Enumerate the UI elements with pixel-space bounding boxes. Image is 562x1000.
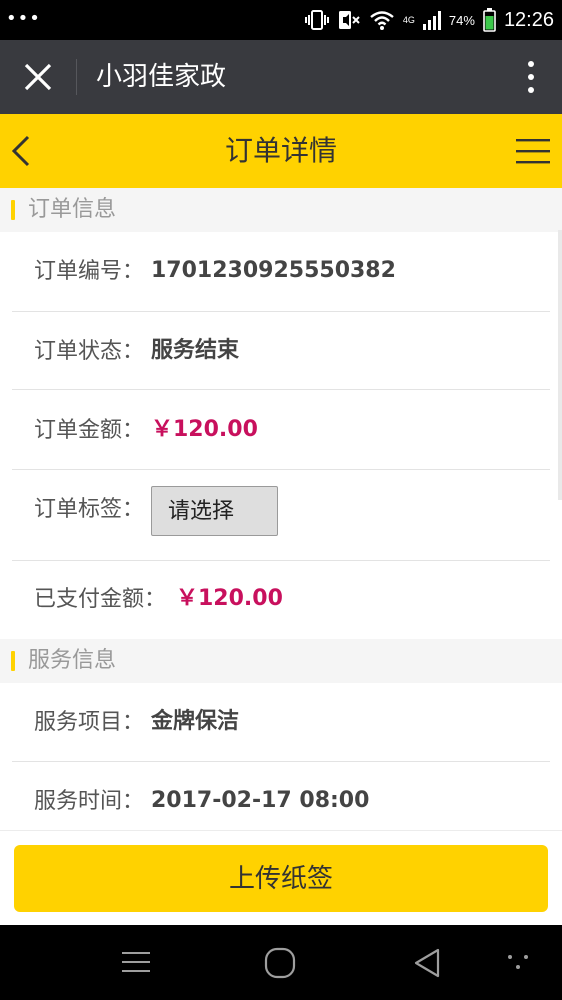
- service-item-row: 服务项目： 金牌保洁: [0, 683, 562, 762]
- signal-icon: [422, 11, 441, 30]
- section-accent-bar: [11, 651, 15, 671]
- order-status-row: 订单状态： 服务结束: [0, 312, 562, 390]
- close-icon[interactable]: [22, 60, 54, 94]
- service-item-value: 金牌保洁: [151, 709, 240, 734]
- header-divider: [76, 59, 77, 95]
- recent-apps-icon[interactable]: [122, 947, 150, 977]
- system-nav-bar: [0, 925, 562, 1000]
- service-time-row: 服务时间： 2017-02-17 08:00: [0, 762, 562, 830]
- service-item-label: 服务项目：: [34, 710, 145, 735]
- battery-icon: [483, 8, 496, 32]
- assist-dots-icon[interactable]: [506, 947, 530, 977]
- order-number-value: 1701230925550382: [151, 258, 396, 283]
- wechat-header: 小羽佳家政: [0, 40, 562, 114]
- vibrate-icon: [304, 10, 329, 30]
- app-title: 小羽佳家政: [96, 62, 227, 92]
- page-header: 订单详情: [0, 114, 562, 188]
- paid-amount-row: 已支付金额： ￥120.00: [0, 561, 562, 639]
- more-icon[interactable]: [526, 60, 536, 94]
- upload-paper-signature-button[interactable]: 上传纸签: [14, 845, 548, 912]
- order-tag-label: 订单标签：: [34, 497, 145, 522]
- order-number-label: 订单编号：: [34, 259, 145, 284]
- order-tag-select-value: 请选择: [168, 499, 235, 524]
- order-number-row: 订单编号： 1701230925550382: [0, 232, 562, 312]
- status-icons: 4G 74% 12:26: [304, 0, 554, 40]
- clock: 12:26: [503, 8, 554, 31]
- order-status-value: 服务结束: [151, 338, 240, 363]
- order-info-title: 订单信息: [28, 197, 117, 222]
- paid-amount-label: 已支付金额：: [34, 587, 167, 612]
- scrollbar[interactable]: [558, 230, 562, 500]
- wifi-icon: [370, 11, 394, 30]
- status-bar: ••• 4G 74% 12:26: [0, 0, 562, 40]
- service-time-label: 服务时间：: [34, 789, 145, 814]
- order-info-section-header: 订单信息: [0, 188, 562, 232]
- order-amount-row: 订单金额： ￥120.00: [0, 390, 562, 470]
- paid-amount-value: ￥120.00: [176, 586, 283, 611]
- order-tag-row: 订单标签：: [0, 470, 562, 561]
- order-amount-value: ￥120.00: [151, 417, 258, 442]
- service-info-section-header: 服务信息: [0, 639, 562, 683]
- service-time-value: 2017-02-17 08:00: [151, 788, 370, 813]
- service-info-title: 服务信息: [28, 648, 117, 673]
- order-tag-select[interactable]: 请选择: [151, 486, 278, 536]
- upload-button-label: 上传纸签: [228, 864, 333, 894]
- network-type-label: 4G: [402, 15, 415, 25]
- home-icon[interactable]: [264, 947, 296, 979]
- notification-dots-icon: •••: [6, 8, 41, 29]
- order-amount-label: 订单金额：: [34, 418, 145, 443]
- bottom-action-bar: 上传纸签: [0, 830, 562, 925]
- back-nav-icon[interactable]: [412, 947, 442, 979]
- silent-mode-icon: [338, 11, 360, 29]
- order-status-label: 订单状态：: [34, 339, 145, 364]
- section-accent-bar: [11, 200, 15, 220]
- page-title: 订单详情: [224, 134, 337, 167]
- menu-icon[interactable]: [516, 138, 550, 164]
- battery-percent: 74%: [448, 12, 475, 28]
